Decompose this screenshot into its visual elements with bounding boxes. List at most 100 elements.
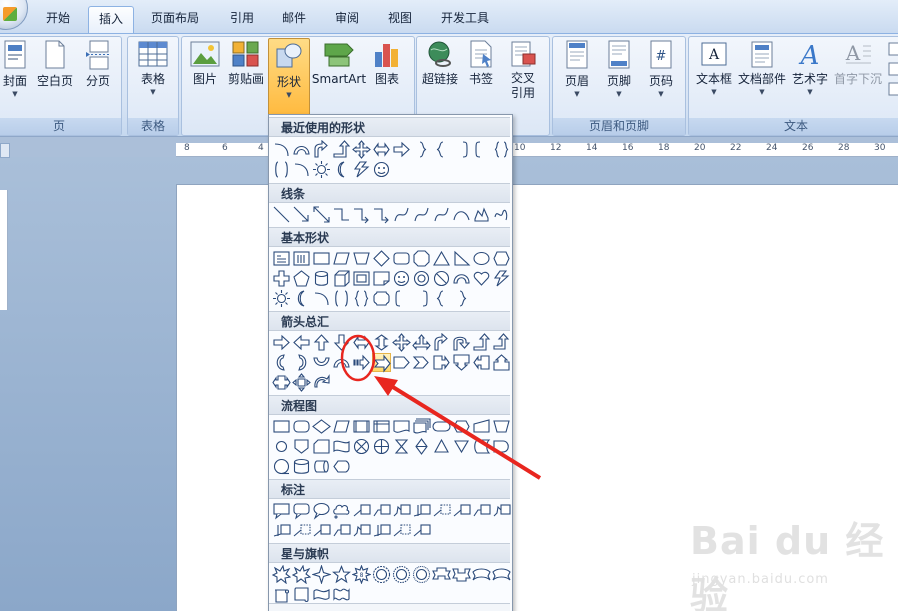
explosion-icon[interactable] bbox=[292, 565, 311, 584]
rarrow-icon[interactable] bbox=[392, 140, 411, 159]
tab-home[interactable]: 开始 bbox=[36, 6, 80, 32]
bookmark-button[interactable]: 书签 bbox=[463, 40, 499, 87]
wave-icon[interactable] bbox=[312, 585, 331, 604]
ftape-icon[interactable] bbox=[332, 437, 351, 456]
curve-icon[interactable] bbox=[412, 205, 431, 224]
plaque-icon[interactable] bbox=[372, 289, 391, 308]
rbracket-icon[interactable] bbox=[412, 289, 431, 308]
cline3-icon[interactable] bbox=[492, 501, 511, 520]
ccloud-icon[interactable] bbox=[332, 501, 351, 520]
dbrace-icon[interactable] bbox=[492, 140, 511, 159]
uarrow-icon[interactable] bbox=[312, 333, 331, 352]
tab-developer[interactable]: 开发工具 bbox=[432, 6, 498, 32]
rbrace-icon[interactable] bbox=[452, 289, 471, 308]
fprep-icon[interactable] bbox=[452, 417, 471, 436]
scribble-icon[interactable] bbox=[492, 205, 511, 224]
foffpage-icon[interactable] bbox=[292, 437, 311, 456]
cline2-icon[interactable] bbox=[372, 501, 391, 520]
cline1-icon[interactable] bbox=[412, 521, 431, 540]
fsum-icon[interactable] bbox=[352, 437, 371, 456]
ruler-toggle[interactable] bbox=[0, 143, 10, 158]
rbrace-icon[interactable] bbox=[412, 140, 431, 159]
page-break-button[interactable]: 分页 bbox=[81, 40, 115, 89]
curvU-icon[interactable] bbox=[312, 353, 331, 372]
blank-page-button[interactable]: 空白页 bbox=[35, 40, 75, 89]
sun-icon[interactable] bbox=[272, 289, 291, 308]
crect-icon[interactable] bbox=[272, 501, 291, 520]
fdata-icon[interactable] bbox=[332, 417, 351, 436]
chart-button[interactable]: 图表 bbox=[369, 40, 405, 87]
fmanual-icon[interactable] bbox=[472, 417, 491, 436]
notched-right-arrow-icon[interactable] bbox=[372, 353, 391, 373]
star32-icon[interactable] bbox=[412, 565, 431, 584]
vtextbox-icon[interactable] bbox=[292, 249, 311, 268]
rarrow-icon[interactable] bbox=[272, 333, 291, 352]
dbracket-icon[interactable] bbox=[272, 160, 291, 179]
dbrace-icon[interactable] bbox=[352, 289, 371, 308]
coval-icon[interactable] bbox=[312, 501, 331, 520]
cline1-icon[interactable] bbox=[312, 521, 331, 540]
bevel-icon[interactable] bbox=[352, 269, 371, 288]
bentup-icon[interactable] bbox=[492, 333, 511, 352]
smiley-icon[interactable] bbox=[392, 269, 411, 288]
curvD-icon[interactable] bbox=[332, 353, 351, 372]
arc-icon[interactable] bbox=[452, 205, 471, 224]
curve-icon[interactable] bbox=[392, 205, 411, 224]
lbracket-icon[interactable] bbox=[472, 140, 491, 159]
lruparrow-icon[interactable] bbox=[412, 333, 431, 352]
tab-review[interactable]: 审阅 bbox=[325, 6, 369, 32]
elbowarrow-icon[interactable] bbox=[372, 205, 391, 224]
octagon-icon[interactable] bbox=[412, 249, 431, 268]
triangle-icon[interactable] bbox=[432, 249, 451, 268]
uturn-icon[interactable] bbox=[452, 333, 471, 352]
rcallout-icon[interactable] bbox=[432, 353, 451, 372]
fdoc-icon[interactable] bbox=[392, 417, 411, 436]
circarrow-icon[interactable] bbox=[312, 373, 331, 392]
curvD-icon[interactable] bbox=[292, 140, 311, 159]
curvL-icon[interactable] bbox=[292, 353, 311, 372]
cube-icon[interactable] bbox=[332, 269, 351, 288]
moon-icon[interactable] bbox=[332, 160, 351, 179]
hexagon-icon[interactable] bbox=[492, 249, 511, 268]
fmultidoc-icon[interactable] bbox=[412, 417, 431, 436]
curve-icon[interactable] bbox=[432, 205, 451, 224]
dblarrow-icon[interactable] bbox=[312, 205, 331, 224]
dwave-icon[interactable] bbox=[332, 585, 351, 604]
ribbondn-icon[interactable] bbox=[452, 565, 471, 584]
cline3-icon[interactable] bbox=[392, 501, 411, 520]
pentarrow-icon[interactable] bbox=[392, 353, 411, 372]
curvR-icon[interactable] bbox=[272, 353, 291, 372]
ucallout-icon[interactable] bbox=[492, 353, 511, 372]
larrow-icon[interactable] bbox=[292, 333, 311, 352]
chevron-icon[interactable] bbox=[412, 353, 431, 372]
cline1-icon[interactable] bbox=[352, 501, 371, 520]
darrow-icon[interactable] bbox=[332, 333, 351, 352]
tab-mailings[interactable]: 邮件 bbox=[272, 6, 316, 32]
fextract-icon[interactable] bbox=[432, 437, 451, 456]
rtriangle-icon[interactable] bbox=[452, 249, 471, 268]
para-icon[interactable] bbox=[332, 249, 351, 268]
wordart-button[interactable]: A 艺术字 ▼ bbox=[789, 40, 831, 97]
dbracket-icon[interactable] bbox=[332, 289, 351, 308]
finternal-icon[interactable] bbox=[372, 417, 391, 436]
vertical-ruler[interactable] bbox=[0, 190, 8, 310]
cover-button[interactable]: 封面 ▼ bbox=[0, 40, 31, 99]
header-button[interactable]: 页眉 ▼ bbox=[557, 40, 597, 99]
text-box-button[interactable]: A 文本框 ▼ bbox=[693, 40, 735, 97]
udarrow-icon[interactable] bbox=[372, 333, 391, 352]
fmerge-icon[interactable] bbox=[452, 437, 471, 456]
heart-icon[interactable] bbox=[472, 269, 491, 288]
fdelay-icon[interactable] bbox=[492, 437, 511, 456]
quadarrow-icon[interactable] bbox=[392, 333, 411, 352]
lcallout-icon[interactable] bbox=[472, 353, 491, 372]
ribbonup-icon[interactable] bbox=[432, 565, 451, 584]
lrarrow-icon[interactable] bbox=[352, 333, 371, 352]
moon-icon[interactable] bbox=[292, 289, 311, 308]
tab-view[interactable]: 视图 bbox=[378, 6, 422, 32]
elbowarrow-icon[interactable] bbox=[352, 205, 371, 224]
cline4-icon[interactable] bbox=[272, 521, 291, 540]
arcline-icon[interactable] bbox=[292, 160, 311, 179]
fterm-icon[interactable] bbox=[432, 417, 451, 436]
fdirect-icon[interactable] bbox=[312, 457, 331, 476]
cline4-icon[interactable] bbox=[412, 501, 431, 520]
